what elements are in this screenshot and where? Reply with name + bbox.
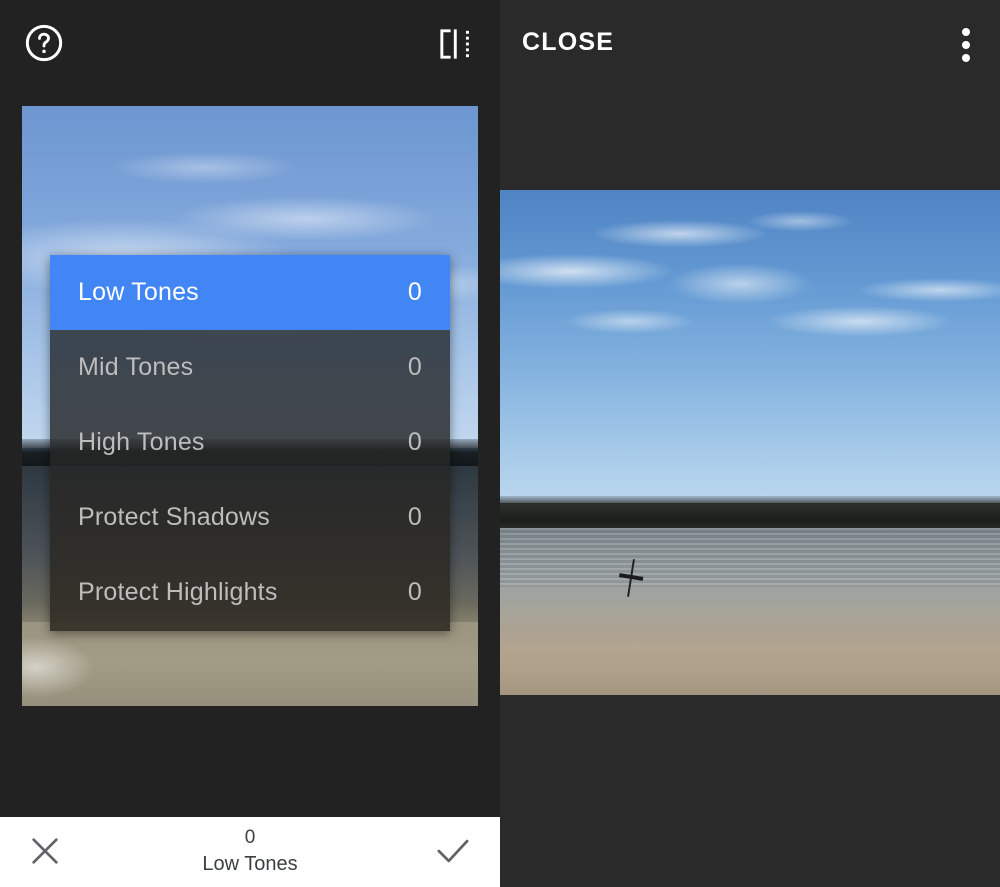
tone-item-value: 0 [407, 353, 422, 381]
photo-treeline [500, 495, 1000, 531]
help-circle-icon[interactable] [24, 23, 64, 63]
tone-item-label: Protect Shadows [78, 503, 270, 531]
left-bottom-bar: 0 Low Tones [0, 817, 500, 887]
tone-parameter-menu[interactable]: Low Tones 0 Mid Tones 0 High Tones 0 Pro… [50, 255, 450, 631]
tone-item-value: 0 [407, 578, 422, 606]
photo-water [500, 528, 1000, 650]
tone-item-label: Mid Tones [78, 353, 194, 381]
app-screen: Low Tones 0 Mid Tones 0 High Tones 0 Pro… [0, 0, 1000, 887]
tone-item-label: High Tones [78, 428, 205, 456]
tone-menu-item-low-tones[interactable]: Low Tones 0 [50, 255, 450, 330]
photo-sky [500, 190, 1000, 504]
tone-menu-item-high-tones[interactable]: High Tones 0 [50, 405, 450, 480]
tone-item-label: Low Tones [78, 278, 199, 306]
right-photo-preview[interactable] [500, 190, 1000, 695]
adjustment-value: 0 [244, 827, 256, 848]
right-pane: CLOSE Tune Image [500, 0, 1000, 887]
tone-item-value: 0 [407, 278, 422, 306]
adjustment-name: Low Tones [202, 852, 298, 875]
right-topbar: CLOSE [500, 0, 1000, 88]
tone-menu-item-protect-highlights[interactable]: Protect Highlights 0 [50, 555, 450, 630]
adjustment-readout: 0 Low Tones [0, 825, 500, 878]
kebab-menu-icon[interactable] [962, 28, 970, 62]
tone-menu-item-protect-shadows[interactable]: Protect Shadows 0 [50, 480, 450, 555]
tone-item-value: 0 [407, 428, 422, 456]
left-topbar [0, 0, 500, 88]
confirm-button[interactable] [434, 834, 472, 868]
tone-item-value: 0 [407, 503, 422, 531]
photo-shore [22, 622, 478, 706]
tone-item-label: Protect Highlights [78, 578, 278, 606]
left-pane: Low Tones 0 Mid Tones 0 High Tones 0 Pro… [0, 0, 500, 887]
close-button[interactable]: CLOSE [522, 28, 614, 57]
tone-menu-item-mid-tones[interactable]: Mid Tones 0 [50, 330, 450, 405]
compare-before-after-icon[interactable] [436, 25, 474, 63]
photo-shore [500, 644, 1000, 695]
